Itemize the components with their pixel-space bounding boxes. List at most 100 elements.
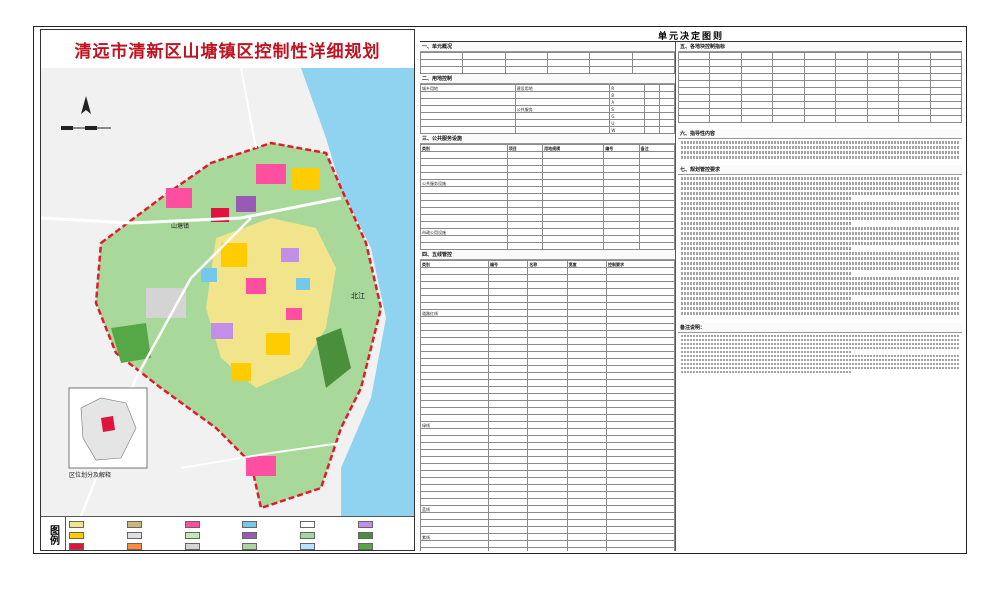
table-cell [803, 87, 837, 95]
table-cell [566, 428, 608, 436]
table-cell [420, 288, 489, 296]
table-cell [603, 158, 640, 166]
table-cell [606, 526, 675, 534]
table-row: 城乡用地 建设用地 R [420, 84, 675, 92]
table-cell [566, 288, 608, 296]
table-cell [542, 221, 605, 229]
table-cell [527, 435, 568, 443]
table-cell [420, 435, 489, 443]
guidance-text-block [678, 177, 962, 315]
land-use-map[interactable]: 北江 山塘镇 区位划分及解释 [41, 67, 414, 517]
table-cell [835, 59, 868, 67]
table-cell [740, 66, 774, 74]
table-row: U [420, 119, 675, 127]
table-cell [420, 386, 489, 394]
table-cell [835, 115, 868, 123]
table-cell [566, 337, 608, 345]
planning-sheet: 清远市清新区山塘镇区控制性详细规划 北江 山塘镇 区位划分及解释 图例 单元决定… [33, 26, 967, 554]
table-cell [606, 428, 675, 436]
table-cell [487, 512, 529, 520]
table-cell [603, 214, 640, 222]
table-cell [527, 323, 568, 331]
table-cell [866, 66, 900, 74]
table-cell [803, 108, 837, 116]
table-cell [420, 365, 489, 373]
table-cell [420, 547, 489, 551]
utility-block [296, 278, 310, 290]
table-cell [487, 407, 529, 415]
legend-swatch [300, 542, 316, 550]
table-cell [566, 505, 608, 513]
text-line [681, 192, 959, 195]
industrial-block [146, 288, 186, 318]
legend-swatch [242, 542, 258, 550]
regulation-column-b[interactable]: 五、各地块控制指标 六、指导性内容 七、规划管控要求 备注说明： [678, 42, 962, 551]
table-cell [659, 84, 675, 92]
table-cell [527, 526, 568, 534]
table-cell [929, 101, 962, 109]
table-cell [487, 302, 529, 310]
table-cell [659, 112, 675, 120]
table-cell [542, 200, 605, 208]
table-cell [527, 316, 568, 324]
text-line [681, 141, 959, 144]
table-cell [678, 94, 711, 102]
table-cell [506, 214, 544, 222]
table-cell [420, 477, 489, 485]
legend-title: 图例 [41, 517, 66, 550]
table-cell [606, 267, 675, 275]
table-cell [542, 158, 605, 166]
table-row [420, 207, 675, 215]
land-use-map-svg: 北江 山塘镇 [41, 67, 414, 517]
table-cell [487, 351, 529, 359]
residential-block [291, 168, 319, 190]
table-cell [487, 379, 529, 387]
table-cell [606, 407, 675, 415]
table-cell [566, 435, 608, 443]
table-cell [603, 228, 640, 236]
table-row [420, 351, 675, 359]
table-cell [420, 372, 489, 380]
indicator-table [678, 52, 962, 123]
river-label: 北江 [351, 292, 365, 300]
table-cell [866, 73, 900, 81]
text-line [681, 227, 959, 230]
table-cell [527, 414, 568, 422]
table-cell [606, 288, 675, 296]
table-cell [678, 115, 711, 123]
text-line [681, 343, 959, 345]
table-cell [566, 316, 608, 324]
table-cell: 公共服务 [514, 105, 611, 113]
table-cell [420, 274, 489, 282]
table-cell [487, 505, 529, 513]
table-cell [506, 179, 544, 187]
table-cell [740, 80, 774, 88]
text-line [681, 355, 959, 357]
table-cell [898, 66, 931, 74]
table-row: 道路红线 [420, 309, 675, 317]
map-panel: 清远市清新区山塘镇区控制性详细规划 北江 山塘镇 区位划分及解释 图例 [40, 29, 415, 551]
table-cell [514, 126, 611, 134]
table-cell [803, 66, 837, 74]
regulation-column-a[interactable]: 一、单元概况 二、用地控制 城乡用地 建设用地 R B A 公共服务 S G U W 三、公共服务… [420, 42, 676, 551]
table-cell [542, 186, 605, 194]
table-cell [420, 484, 489, 492]
table-cell [606, 547, 675, 551]
section-guidance: 七、规划管控要求 [678, 165, 962, 175]
table-cell [527, 547, 568, 551]
legend-swatch [126, 542, 142, 550]
table-cell [542, 207, 605, 215]
table-cell [929, 73, 962, 81]
table-cell [566, 414, 608, 422]
table-cell [420, 519, 489, 527]
table-cell [487, 281, 529, 289]
table-cell [420, 281, 489, 289]
table-cell [638, 228, 675, 236]
table-cell [542, 165, 605, 173]
table-cell [659, 126, 675, 134]
table-cell [638, 158, 675, 166]
table-cell [420, 449, 489, 457]
table-cell [487, 295, 529, 303]
text-line [681, 347, 959, 349]
table-cell [606, 393, 675, 401]
